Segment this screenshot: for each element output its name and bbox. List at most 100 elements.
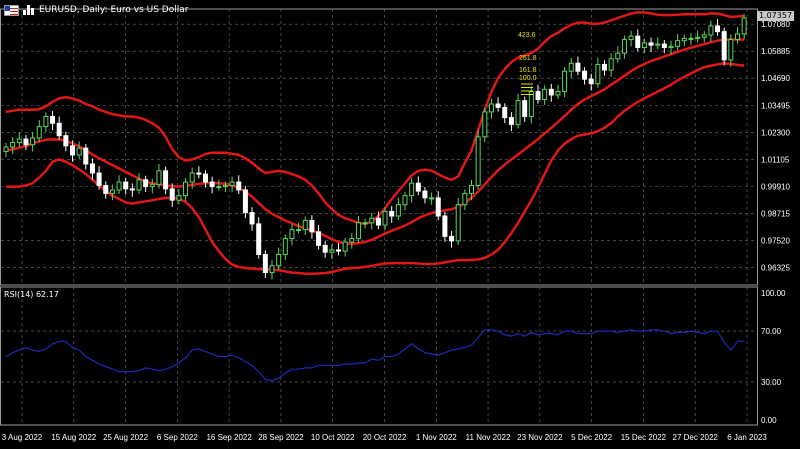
candle-body <box>502 106 508 119</box>
rsi-panel-frame <box>0 286 758 426</box>
candle-body <box>196 172 202 175</box>
candle-body <box>515 100 521 125</box>
candle-body <box>535 91 541 100</box>
rsi-tick-label: 70.00 <box>761 327 782 336</box>
candle-body <box>209 181 215 188</box>
y-tick-label: 1.02300 <box>761 128 790 137</box>
candle-body <box>369 217 375 224</box>
rsi-line <box>5 329 745 382</box>
candle-body <box>548 88 554 96</box>
x-tick-label: 23 Nov 2022 <box>517 433 563 442</box>
candle-body <box>50 115 56 124</box>
candle-body <box>608 58 614 71</box>
candle-body <box>582 70 588 80</box>
candle-body <box>23 138 29 146</box>
candle-body <box>83 147 89 165</box>
candle-body <box>641 42 647 48</box>
candle-body <box>735 33 740 41</box>
candle-body <box>402 195 408 206</box>
fib-level-label: 161.8 <box>519 67 537 74</box>
candle-body <box>342 241 348 252</box>
y-tick-label: 1.03495 <box>761 101 790 110</box>
candle-body <box>216 186 222 189</box>
y-tick-label: 0.96325 <box>761 263 790 272</box>
x-tick-label: 15 Dec 2022 <box>621 433 667 442</box>
candle-body <box>562 70 568 93</box>
candle-body <box>615 52 621 60</box>
y-tick-label: 0.97520 <box>761 236 790 245</box>
candle-body <box>462 192 468 206</box>
candle-body <box>715 25 721 33</box>
candle-body <box>136 179 142 191</box>
candle-body <box>429 197 435 200</box>
candle-body <box>382 210 388 226</box>
candle-body <box>176 195 182 201</box>
candle-body <box>522 100 528 117</box>
candle-body <box>668 45 674 48</box>
candle-body <box>655 43 661 46</box>
candle-body <box>189 172 195 183</box>
candle-body <box>528 91 534 117</box>
candle-body <box>96 172 102 186</box>
candle-body <box>595 63 601 85</box>
candle-body <box>296 229 302 232</box>
candle-body <box>721 31 727 61</box>
rsi-tick-label: 0.00 <box>761 416 777 425</box>
y-tick-label: 1.01105 <box>761 155 790 164</box>
x-tick-label: 16 Sep 2022 <box>206 433 252 442</box>
y-tick-label: 1.04690 <box>761 74 790 83</box>
candle-body <box>415 182 421 192</box>
candle-body <box>242 189 248 214</box>
candle-body <box>70 145 75 156</box>
bollinger-middle-line <box>5 38 745 245</box>
candle-body <box>63 135 69 147</box>
candle-body <box>621 39 627 54</box>
candle-body <box>695 36 701 39</box>
candle-body <box>422 190 428 199</box>
current-price-tag: 1.07357 <box>757 11 794 21</box>
candle-body <box>43 115 49 128</box>
candle-body <box>76 147 82 156</box>
candle-body <box>455 204 461 242</box>
candle-body <box>149 183 155 188</box>
candle-body <box>56 122 62 137</box>
candle-body <box>508 117 514 125</box>
candle-body <box>329 249 335 253</box>
bars-icon <box>23 5 35 15</box>
candle-body <box>602 63 607 71</box>
candle-body <box>262 253 268 274</box>
candle-body <box>10 141 16 148</box>
y-tick-label: 1.05885 <box>761 47 790 56</box>
candle-body <box>395 204 401 217</box>
candle-body <box>309 220 315 233</box>
x-tick-label: 6 Sep 2022 <box>157 433 198 442</box>
x-tick-label: 11 Nov 2022 <box>466 433 511 442</box>
candle-body <box>129 188 135 191</box>
candle-body <box>269 265 275 274</box>
candle-body <box>156 170 162 185</box>
candle-body <box>469 184 474 194</box>
candle-body <box>229 181 235 186</box>
candle-body <box>236 181 242 191</box>
candle-body <box>701 34 707 38</box>
candle-body <box>628 35 634 41</box>
candle-body <box>542 88 548 100</box>
trading-chart[interactable]: 423.6 261.8 161.8100.0 1.07080 1.05885 1.046… <box>0 0 800 449</box>
candle-body <box>183 181 189 197</box>
x-tick-label: 20 Oct 2022 <box>363 433 407 442</box>
candle-body <box>495 103 501 108</box>
candle-body <box>449 235 455 242</box>
candle-body <box>302 220 308 231</box>
candle-body <box>322 244 328 253</box>
rsi-tick-label: 100.00 <box>761 289 786 298</box>
candle-body <box>648 42 654 46</box>
x-tick-label: 1 Nov 2022 <box>416 433 457 442</box>
x-tick-label: 28 Sep 2022 <box>258 433 304 442</box>
candle-body <box>336 249 341 252</box>
candle-body <box>375 217 381 226</box>
fibonacci-levels: 423.6 261.8 161.8100.0 <box>518 32 537 95</box>
candle-body <box>282 238 288 255</box>
candle-body <box>116 181 122 191</box>
candle-body <box>89 163 95 174</box>
candle-body <box>488 103 494 113</box>
